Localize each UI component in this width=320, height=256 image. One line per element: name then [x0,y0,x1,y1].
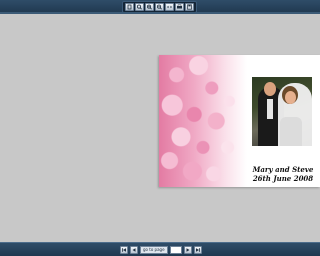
zoom-in-icon[interactable] [145,3,154,11]
caption-names: Mary and Steve [252,165,314,174]
save-icon[interactable] [185,3,194,11]
card-caption: Mary and Steve 26th June 2008 [248,165,318,183]
magnifier-icon[interactable] [135,3,144,11]
caption-date: 26th June 2008 [252,174,314,183]
document-page[interactable]: Mary and Steve 26th June 2008 [159,55,320,187]
groom-face [264,82,276,96]
wedding-photo [252,77,312,146]
flower-border-image [159,55,247,187]
bottom-navigation-bar: go to page [0,242,320,256]
first-page-icon[interactable] [120,245,128,254]
last-page-icon[interactable] [193,245,202,254]
bride-face [285,91,296,104]
bride-dress [280,117,302,146]
single-page-icon[interactable] [125,3,134,11]
print-icon[interactable] [175,3,184,11]
go-to-page-label: go to page [140,245,168,254]
flipbook-viewer: Mary and Steve 26th June 2008 go to page [0,0,320,256]
page-navigation: go to page [120,245,202,254]
next-page-icon[interactable] [183,245,192,254]
groom-shirt [267,99,273,119]
zoom-out-icon[interactable] [155,3,164,11]
page-number-input[interactable] [169,245,182,254]
fit-width-icon[interactable] [165,3,174,11]
previous-page-icon[interactable] [130,245,138,254]
